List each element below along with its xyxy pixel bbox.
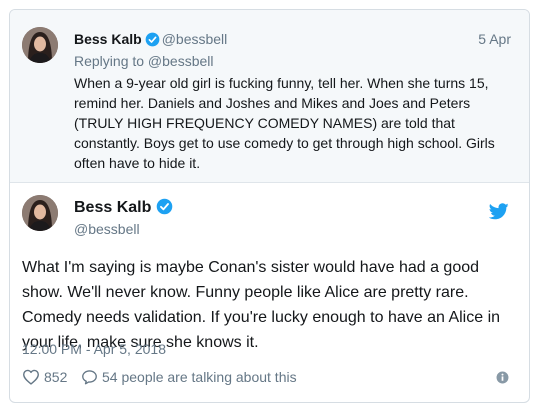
parent-tweet-text: When a 9-year old girl is fucking funny,… xyxy=(74,75,495,171)
author-handle[interactable]: @bessbell xyxy=(74,221,140,237)
info-icon[interactable] xyxy=(496,371,509,384)
heart-icon xyxy=(23,369,39,385)
embedded-tweet-card: Bess Kalb @bessbell 5 Apr Replying to @be… xyxy=(9,9,530,403)
parent-tweet-header: Bess Kalb @bessbell 5 Apr xyxy=(74,31,511,51)
like-count: 852 xyxy=(44,369,68,385)
author-name[interactable]: Bess Kalb xyxy=(74,199,151,216)
verified-badge-icon xyxy=(145,32,160,47)
author-name[interactable]: Bess Kalb xyxy=(74,31,142,47)
avatar[interactable] xyxy=(22,195,58,231)
speech-bubble-icon xyxy=(82,370,97,385)
tweet-timestamp[interactable]: 12:00 PM - Apr 5, 2018 xyxy=(22,341,166,357)
verified-badge-icon xyxy=(157,198,173,215)
conversation-link[interactable]: 54 people are talking about this xyxy=(81,369,297,385)
tweet-date[interactable]: 5 Apr xyxy=(478,31,511,47)
avatar[interactable] xyxy=(22,27,58,63)
like-button[interactable]: 852 xyxy=(22,369,67,385)
author-handle[interactable]: @bessbell xyxy=(162,31,228,47)
parent-tweet[interactable]: Bess Kalb @bessbell 5 Apr Replying to @be… xyxy=(10,10,529,183)
tweet-text: What I'm saying is maybe Conan's sister … xyxy=(22,259,501,351)
replying-to-label: Replying to @bessbell xyxy=(74,53,214,69)
main-tweet: Bess Kalb @bessbell What I'm saying is m… xyxy=(10,183,529,402)
author-name-row: Bess Kalb xyxy=(74,198,175,217)
tweet-actions: 852 54 people are talking about this xyxy=(22,367,517,391)
twitter-bird-icon[interactable] xyxy=(489,203,509,220)
conversation-text: 54 people are talking about this xyxy=(102,369,297,385)
